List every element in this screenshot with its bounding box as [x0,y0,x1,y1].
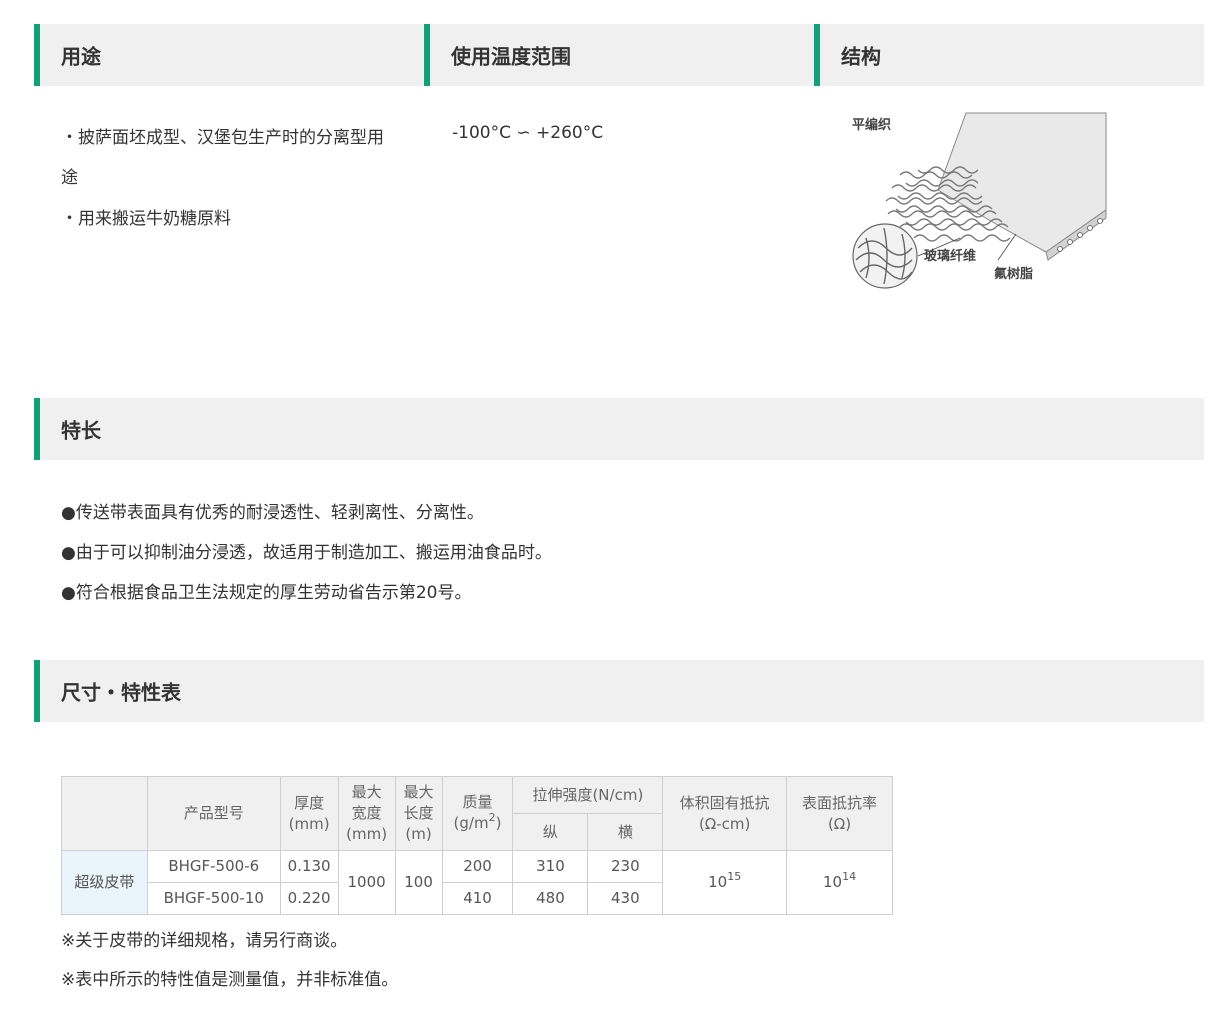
header-features: 特长 [34,398,1204,460]
label-weave: 平编织 [852,117,891,133]
header-spec: 尺寸・特性表 [34,660,1204,722]
col-tensile-long: 纵 [512,813,589,851]
cell-surface-resistance: 1014 [786,850,893,915]
usage-line-1-cont: 途 [61,168,78,188]
usage-line-1: ・披萨面坯成型、汉堡包生产时的分离型用 [61,128,384,148]
cell-thickness: 0.130 [279,850,339,883]
cell-tensile-trans: 430 [587,882,664,915]
col-tensile-trans: 横 [587,813,664,851]
header-temperature-title: 使用温度范围 [451,44,571,69]
col-max-width: 最大 宽度 (mm) [337,776,396,851]
col-mass: 质量 (g/m2) [441,776,514,851]
header-structure: 结构 [814,24,1204,86]
cell-model: BHGF-500-6 [146,850,281,883]
header-empty-cell [61,776,148,851]
label-glass-fiber: 玻璃纤维 [924,248,976,264]
note-line: ※表中所示的特性值是测量值，并非标准值。 [61,970,399,990]
label-resin: 氟树脂 [994,266,1033,282]
col-model: 产品型号 [146,776,281,851]
cell-volume-resistance: 1015 [662,850,788,915]
header-usage-title: 用途 [61,44,101,69]
cell-tensile-long: 310 [512,850,589,883]
col-volume-resistance: 体积固有抵抗 (Ω-cm) [662,776,788,851]
header-usage: 用途 [34,24,425,86]
cell-thickness: 0.220 [279,882,339,915]
cell-tensile-long: 480 [512,882,589,915]
feature-item: ●符合根据食品卫生法规定的厚生劳动省告示第20号。 [61,583,472,603]
col-surface-resistance: 表面抵抗率 (Ω) [786,776,893,851]
header-structure-title: 结构 [841,44,881,69]
feature-item: ●由于可以抑制油分浸透，故适用于制造加工、搬运用油食品时。 [61,543,552,563]
cell-max-length: 100 [394,850,443,915]
category-cell: 超级皮带 [61,850,148,915]
cell-tensile-trans: 230 [587,850,664,883]
col-tensile: 拉伸强度(N/cm) [512,776,664,814]
col-thickness: 厚度 (mm) [279,776,339,851]
usage-line-2: ・用来搬运牛奶糖原料 [61,209,231,229]
table-row: 超级皮带 BHGF-500-6 0.130 1000 100 200 310 2… [61,850,893,915]
feature-item: ●传送带表面具有优秀的耐浸透性、轻剥离性、分离性。 [61,503,484,523]
cell-mass: 410 [441,882,514,915]
spec-table: 产品型号 厚度 (mm) 最大 宽度 (mm) 最大 长度 (m) 质量 (g/m2) 拉伸… [61,776,893,915]
cell-mass: 200 [441,850,514,883]
note-line: ※关于皮带的详细规格，请另行商谈。 [61,931,348,951]
header-temperature: 使用温度范围 [424,24,815,86]
cell-model: BHGF-500-10 [146,882,281,915]
structure-diagram: 平编织 玻璃纤维 氟树脂 [852,112,1107,289]
header-spec-title: 尺寸・特性表 [61,680,181,705]
temperature-range: -100°C ∽ +260°C [452,123,604,143]
col-max-length: 最大 长度 (m) [394,776,443,851]
header-features-title: 特长 [61,418,101,443]
cell-max-width: 1000 [337,850,396,915]
